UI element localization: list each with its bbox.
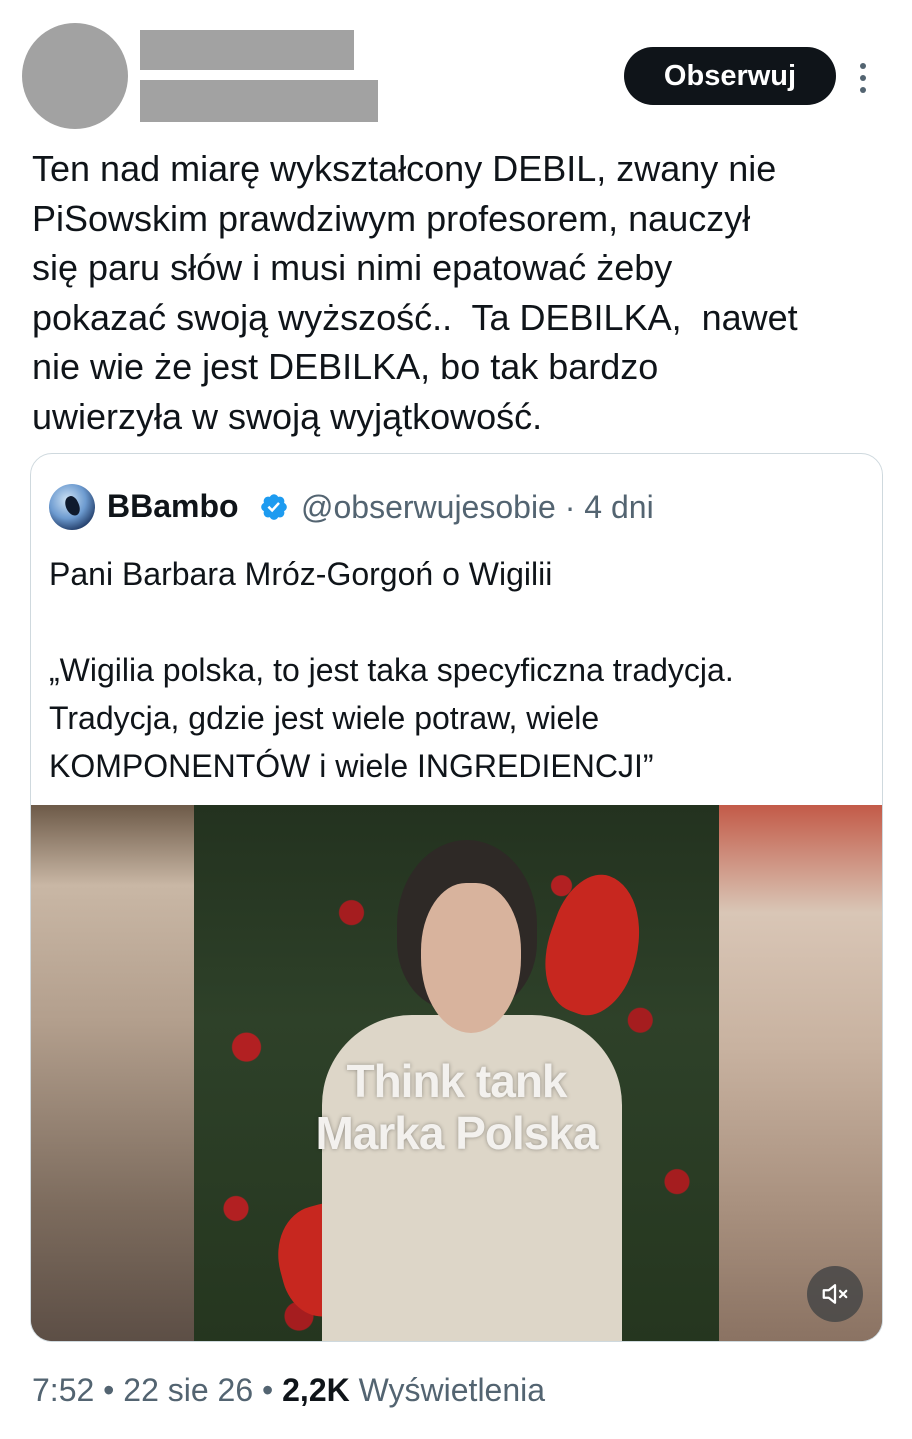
speaker-face [421, 883, 521, 1033]
views-count: 2,2K [282, 1372, 350, 1408]
separator-dot: • [262, 1372, 274, 1408]
quoted-tweet[interactable]: BBambo @obserwujesobie · 4 dni Pani Barb… [30, 453, 883, 1342]
redacted-author-handle [140, 80, 378, 122]
mute-toggle-button[interactable] [807, 1266, 863, 1322]
separator-dot: · [564, 489, 576, 525]
tweet-page: Obserwuj Ten nad miarę wykształcony DEBI… [0, 0, 912, 1439]
video-frame: Think tank Marka Polska [194, 805, 719, 1341]
views-label: Wyświetlenia [358, 1372, 546, 1408]
video-blur-right [719, 805, 882, 1341]
quoted-tweet-text: Pani Barbara Mróz-Gorgoń o Wigilii „Wigi… [49, 556, 734, 784]
author-avatar[interactable] [22, 23, 128, 129]
quoted-author-handle: @obserwujesobie [301, 489, 556, 525]
christmas-bow [527, 863, 661, 1027]
tweet-text: Ten nad miarę wykształcony DEBIL, zwany … [32, 148, 798, 437]
video-player[interactable]: Think tank Marka Polska [31, 805, 882, 1341]
tweet-meta: 7:52 • 22 sie 26 • 2,2K Wyświetlenia [32, 1372, 545, 1409]
separator-dot: • [103, 1372, 115, 1408]
quoted-tweet-age: 4 dni [584, 489, 654, 525]
quoted-author-avatar [49, 484, 95, 530]
video-caption-overlay: Think tank Marka Polska [315, 1055, 598, 1159]
tweet-date[interactable]: 22 sie 26 [123, 1372, 253, 1408]
quoted-author-name: BBambo [107, 488, 239, 524]
speaker-muted-icon [822, 1284, 848, 1304]
verified-badge-icon [261, 494, 287, 520]
quoted-handle-line: @obserwujesobie · 4 dni [301, 489, 654, 526]
tweet-time[interactable]: 7:52 [32, 1372, 94, 1408]
redacted-author-name [140, 30, 354, 70]
more-options-icon[interactable] [850, 58, 876, 98]
follow-button[interactable]: Obserwuj [624, 47, 836, 105]
video-blur-left [31, 805, 194, 1341]
